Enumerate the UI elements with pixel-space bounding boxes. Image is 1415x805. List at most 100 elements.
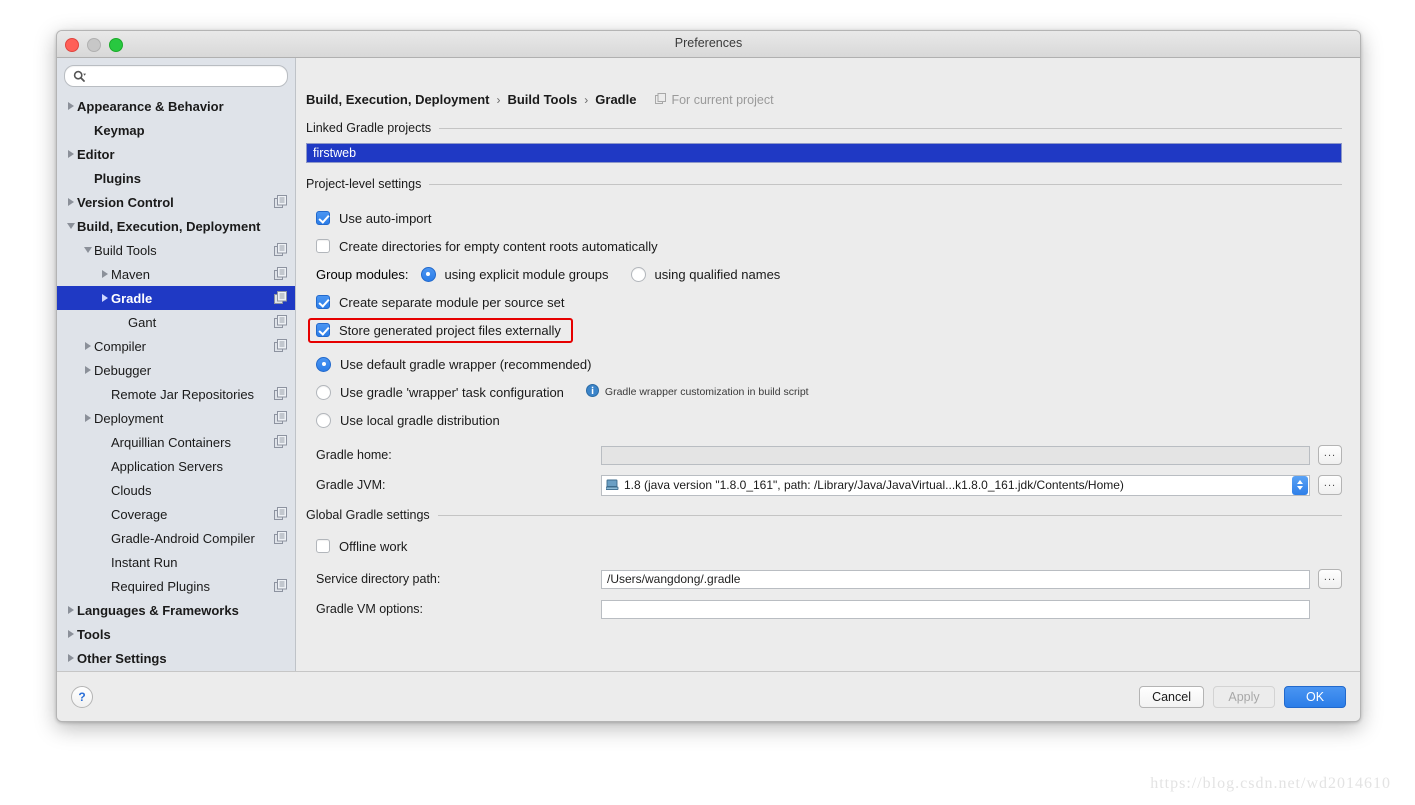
offline-work-checkbox[interactable] xyxy=(316,539,330,553)
project-level-settings: Use auto-import Create directories for e… xyxy=(306,204,1342,500)
sidebar-item-other-settings[interactable]: Other Settings xyxy=(57,646,295,670)
cancel-button[interactable]: Cancel xyxy=(1139,685,1204,708)
local-distribution-radio[interactable] xyxy=(316,412,331,428)
store-externally-checkbox[interactable] xyxy=(316,323,330,337)
sidebar-item-tools[interactable]: Tools xyxy=(57,622,295,646)
chevron-up-icon xyxy=(1297,480,1303,484)
settings-content: Build, Execution, Deployment › Build Too… xyxy=(296,58,1360,671)
sidebar-item-label: Coverage xyxy=(111,506,168,522)
separate-module-label: Create separate module per source set xyxy=(339,294,565,310)
separate-module-checkbox[interactable] xyxy=(316,295,330,309)
gradle-jvm-stepper[interactable] xyxy=(1292,475,1308,495)
chevron-right-icon[interactable] xyxy=(65,622,77,646)
linked-projects-title: Linked Gradle projects xyxy=(306,121,1342,135)
sidebar-item-editor[interactable]: Editor xyxy=(57,142,295,166)
sidebar-item-maven[interactable]: Maven xyxy=(57,262,295,286)
breadcrumb-item-1[interactable]: Build Tools xyxy=(507,92,577,107)
search-input[interactable] xyxy=(89,68,279,84)
offline-work-row[interactable]: Offline work xyxy=(316,532,1342,560)
wrapper-task-radio[interactable] xyxy=(316,384,331,400)
create-directories-checkbox[interactable] xyxy=(316,239,330,253)
chevron-right-icon[interactable] xyxy=(65,94,77,118)
chevron-right-icon[interactable] xyxy=(82,358,94,382)
breadcrumb-separator-1: › xyxy=(584,92,589,107)
sidebar-item-build-execution-deployment[interactable]: Build, Execution, Deployment xyxy=(57,214,295,238)
help-button[interactable]: ? xyxy=(71,685,93,708)
sidebar-item-debugger[interactable]: Debugger xyxy=(57,358,295,382)
chevron-right-icon[interactable] xyxy=(65,190,77,214)
breadcrumb-item-2[interactable]: Gradle xyxy=(595,92,636,107)
sidebar-item-application-servers[interactable]: Application Servers xyxy=(57,454,295,478)
chevron-right-icon[interactable] xyxy=(65,598,77,622)
sidebar-item-arquillian-containers[interactable]: Arquillian Containers xyxy=(57,430,295,454)
sidebar-item-build-tools[interactable]: Build Tools xyxy=(57,238,295,262)
service-directory-browse-button[interactable]: ... xyxy=(1318,569,1342,589)
search-box[interactable] xyxy=(64,65,288,87)
gradle-jvm-combobox[interactable]: 1.8 (java version "1.8.0_161", path: /Li… xyxy=(601,474,1310,496)
sidebar-item-languages-frameworks[interactable]: Languages & Frameworks xyxy=(57,598,295,622)
ok-button[interactable]: OK xyxy=(1284,685,1346,708)
use-auto-import-checkbox[interactable] xyxy=(316,211,330,225)
default-wrapper-label: Use default gradle wrapper (recommended) xyxy=(340,356,592,372)
create-directories-row[interactable]: Create directories for empty content roo… xyxy=(316,232,1342,260)
sidebar-item-label: Required Plugins xyxy=(111,578,211,594)
sidebar-item-gradle[interactable]: Gradle xyxy=(57,286,295,310)
sidebar-item-label: Languages & Frameworks xyxy=(77,602,239,618)
linked-project-item[interactable]: firstweb xyxy=(307,146,356,160)
gradle-jvm-browse-button[interactable]: ... xyxy=(1318,475,1342,495)
sidebar-item-label: Maven xyxy=(111,266,151,282)
default-wrapper-row[interactable]: Use default gradle wrapper (recommended) xyxy=(316,350,1342,378)
sidebar-item-gradle-android-compiler[interactable]: Gradle-Android Compiler xyxy=(57,526,295,550)
sidebar-item-label: Keymap xyxy=(94,122,145,138)
sidebar-item-label: Version Control xyxy=(77,194,174,210)
sidebar-item-required-plugins[interactable]: Required Plugins xyxy=(57,574,295,598)
apply-button[interactable]: Apply xyxy=(1213,685,1275,708)
window-body: Appearance & Behavior Keymap Editor Plugins… xyxy=(57,58,1360,671)
sidebar-item-gant[interactable]: Gant xyxy=(57,310,295,334)
chevron-right-icon[interactable] xyxy=(99,286,111,310)
sidebar-item-clouds[interactable]: Clouds xyxy=(57,478,295,502)
sidebar-item-appearance-behavior[interactable]: Appearance & Behavior xyxy=(57,94,295,118)
linked-projects-label: Linked Gradle projects xyxy=(306,121,432,135)
sidebar-item-deployment[interactable]: Deployment xyxy=(57,406,295,430)
gradle-home-browse-button[interactable]: ... xyxy=(1318,445,1342,465)
sidebar-item-label: Gradle xyxy=(111,290,153,306)
group-modules-qualified-option[interactable]: using qualified names xyxy=(630,266,780,282)
separate-module-row[interactable]: Create separate module per source set xyxy=(316,288,1342,316)
gradle-home-input[interactable] xyxy=(601,445,1310,465)
group-modules-explicit-option[interactable]: using explicit module groups xyxy=(420,266,609,282)
sidebar-item-keymap[interactable]: Keymap xyxy=(57,118,295,142)
chevron-right-icon[interactable] xyxy=(99,262,111,286)
service-directory-input[interactable]: /Users/wangdong/.gradle xyxy=(601,569,1310,589)
chevron-down-icon[interactable] xyxy=(82,238,94,262)
sidebar-item-label: Gradle-Android Compiler xyxy=(111,530,255,546)
sidebar-item-instant-run[interactable]: Instant Run xyxy=(57,550,295,574)
sidebar-item-compiler[interactable]: Compiler xyxy=(57,334,295,358)
sidebar-item-version-control[interactable]: Version Control xyxy=(57,190,295,214)
store-externally-row[interactable]: Store generated project files externally xyxy=(308,316,1342,344)
chevron-right-icon[interactable] xyxy=(82,334,94,358)
preferences-window: Preferences Appearance & Behavior Keymap… xyxy=(56,30,1361,722)
linked-projects-list[interactable]: firstweb xyxy=(306,143,1342,163)
default-wrapper-radio[interactable] xyxy=(316,356,331,372)
breadcrumb-item-0[interactable]: Build, Execution, Deployment xyxy=(306,92,489,107)
chevron-right-icon[interactable] xyxy=(82,406,94,430)
global-settings: Offline work Service directory path: /Us… xyxy=(306,532,1342,624)
chevron-right-icon[interactable] xyxy=(65,646,77,670)
use-auto-import-row[interactable]: Use auto-import xyxy=(316,204,1342,232)
sidebar-item-plugins[interactable]: Plugins xyxy=(57,166,295,190)
group-modules-explicit-radio[interactable] xyxy=(420,266,436,282)
sidebar-item-remote-jar-repositories[interactable]: Remote Jar Repositories xyxy=(57,382,295,406)
section-rule xyxy=(429,183,1342,185)
chevron-down-icon[interactable] xyxy=(65,214,77,238)
group-modules-qualified-radio[interactable] xyxy=(630,266,646,282)
wrapper-task-row[interactable]: Use gradle 'wrapper' task configuration … xyxy=(316,378,1342,406)
settings-sidebar: Appearance & Behavior Keymap Editor Plugins… xyxy=(57,58,296,671)
sidebar-item-coverage[interactable]: Coverage xyxy=(57,502,295,526)
chevron-right-icon[interactable] xyxy=(65,142,77,166)
project-scope-icon xyxy=(274,291,287,304)
local-distribution-row[interactable]: Use local gradle distribution xyxy=(316,406,1342,434)
vm-options-input[interactable] xyxy=(601,599,1310,619)
